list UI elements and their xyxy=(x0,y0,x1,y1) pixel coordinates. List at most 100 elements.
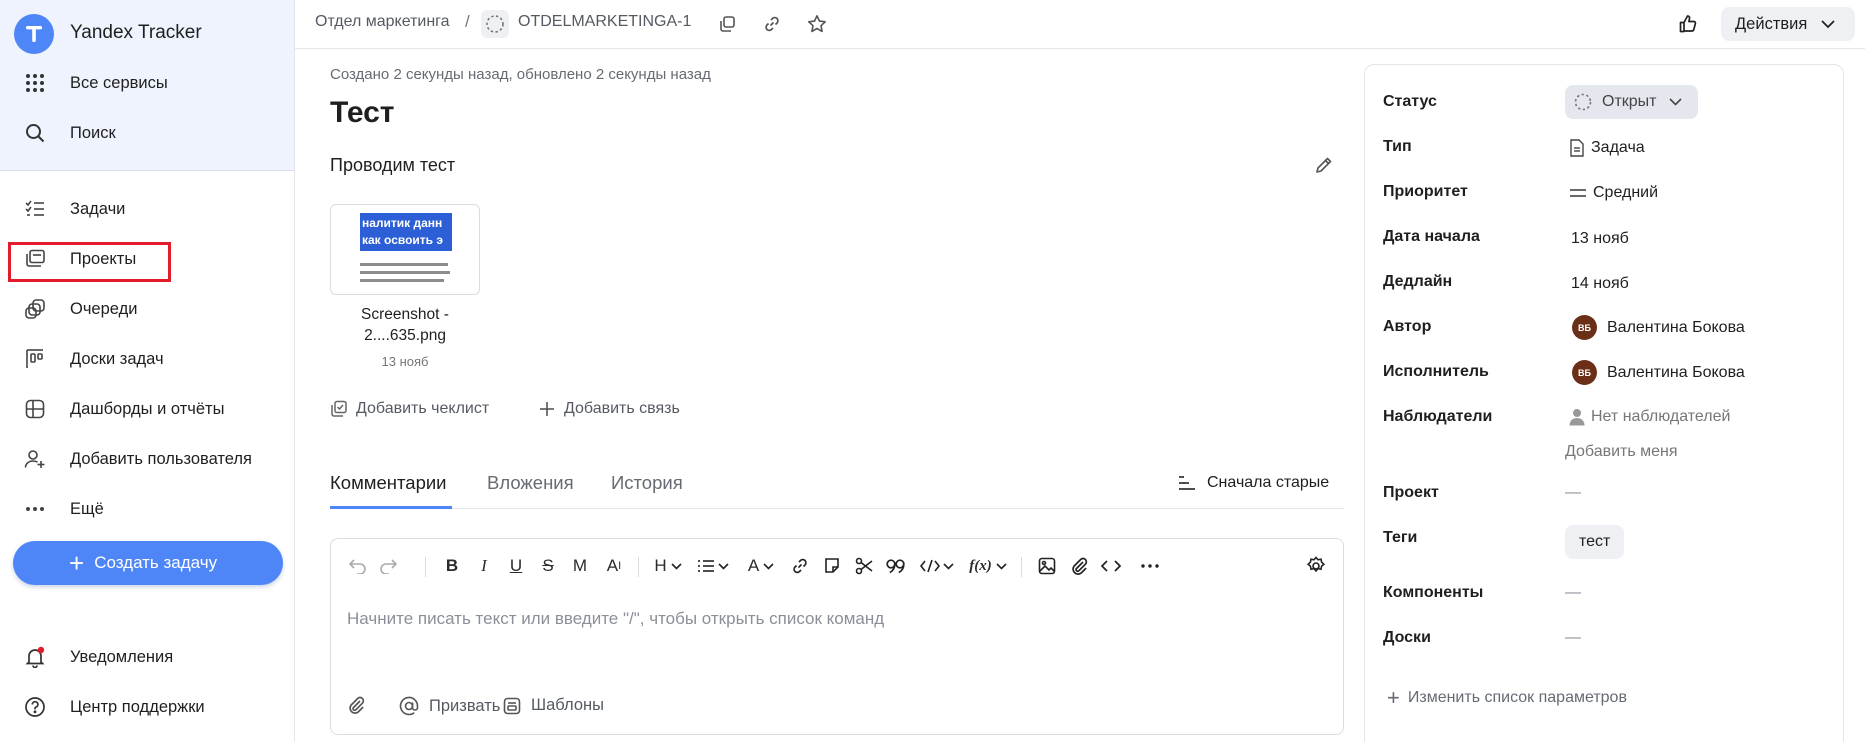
issue-description[interactable]: Проводим тест xyxy=(330,155,455,176)
monospace-icon[interactable]: M xyxy=(568,553,592,579)
image-icon[interactable] xyxy=(1034,553,1060,579)
sidebar-item-tasks[interactable]: Задачи xyxy=(0,187,294,231)
sidebar-item-notifications[interactable]: Уведомления xyxy=(0,635,294,679)
copy-icon[interactable] xyxy=(715,12,739,36)
list-dropdown-icon[interactable] xyxy=(693,553,733,579)
star-icon[interactable] xyxy=(805,12,829,36)
at-sign-icon xyxy=(399,696,419,716)
edit-params-button[interactable]: + Изменить список параметров xyxy=(1387,687,1627,709)
comment-editor[interactable]: B I U S M AI H A f(x) Начните писать тек… xyxy=(330,538,1344,735)
avatar: ВБ xyxy=(1572,360,1597,385)
cut-icon[interactable] xyxy=(851,553,877,579)
sidebar-item-label: Уведомления xyxy=(70,647,174,666)
dashboards-icon xyxy=(0,387,70,431)
code-dropdown-icon[interactable] xyxy=(917,553,957,579)
field-value-deadline[interactable]: 14 нояб xyxy=(1571,275,1629,293)
field-label-tags: Теги xyxy=(1383,529,1418,546)
redo-icon[interactable] xyxy=(375,553,401,579)
field-value-type[interactable]: Задача xyxy=(1569,139,1645,157)
field-value-start-date[interactable]: 13 нояб xyxy=(1571,230,1629,248)
field-label-components: Компоненты xyxy=(1383,584,1484,601)
sidebar-item-queues[interactable]: Очереди xyxy=(0,287,294,331)
field-value-author[interactable]: ВБ Валентина Бокова xyxy=(1572,315,1745,340)
link-icon[interactable] xyxy=(787,553,813,579)
tag-chip[interactable]: тест xyxy=(1565,525,1625,559)
sidebar-item-label: Все сервисы xyxy=(70,73,168,92)
sort-button[interactable]: Сначала старые xyxy=(1178,474,1329,492)
field-label-type: Тип xyxy=(1383,138,1412,155)
field-label-watchers: Наблюдатели xyxy=(1383,408,1493,425)
plus-icon xyxy=(540,402,554,416)
attach-file-button[interactable] xyxy=(347,696,375,714)
italic-icon[interactable]: I xyxy=(473,553,495,579)
field-value-components[interactable]: — xyxy=(1565,584,1581,602)
sidebar: Yandex Tracker Все сервисы Поиск Задачи … xyxy=(0,0,295,742)
breadcrumb-queue[interactable]: Отдел маркетинга xyxy=(315,13,450,31)
actions-button[interactable]: Действия xyxy=(1721,7,1855,41)
note-icon[interactable] xyxy=(819,553,845,579)
brand-name: Yandex Tracker xyxy=(70,22,202,43)
sidebar-item-label: Поиск xyxy=(70,123,116,142)
queues-icon xyxy=(0,287,70,331)
sort-icon xyxy=(1179,476,1195,490)
tab-comments[interactable]: Комментарии xyxy=(330,472,447,494)
text-style-icon[interactable]: AI xyxy=(601,553,627,579)
attachment-name[interactable]: Screenshot - 2....635.png xyxy=(330,304,480,346)
document-icon xyxy=(1570,139,1584,157)
issue-title[interactable]: Тест xyxy=(330,96,395,130)
pencil-icon[interactable] xyxy=(1314,155,1334,180)
settings-gear-icon[interactable] xyxy=(1303,553,1329,579)
sidebar-item-search[interactable]: Поиск xyxy=(0,111,294,155)
underline-icon[interactable]: U xyxy=(505,553,527,579)
field-label-start-date: Дата начала xyxy=(1383,228,1480,245)
sidebar-item-support[interactable]: Центр поддержки xyxy=(0,685,294,729)
status-open-icon xyxy=(1574,93,1592,111)
attach-icon[interactable] xyxy=(1066,553,1092,579)
quote-icon[interactable] xyxy=(883,553,909,579)
issue-key[interactable]: OTDELMARKETINGA-1 xyxy=(518,13,691,31)
create-task-label: Создать задачу xyxy=(94,553,218,572)
field-value-boards[interactable]: — xyxy=(1565,629,1581,647)
preview-text-line: как освоить э xyxy=(362,233,444,247)
tab-attachments[interactable]: Вложения xyxy=(487,472,574,494)
heading-dropdown-icon[interactable]: H xyxy=(651,553,685,579)
attachment-thumbnail[interactable]: налитик данн как освоить э xyxy=(330,204,480,295)
like-icon[interactable] xyxy=(1676,12,1700,36)
sidebar-item-more[interactable]: Ещё xyxy=(0,487,294,531)
field-value-priority[interactable]: Средний xyxy=(1569,184,1658,202)
sidebar-item-dashboards[interactable]: Дашборды и отчёты xyxy=(0,387,294,431)
tracker-logo-icon[interactable] xyxy=(14,14,54,54)
more-icon[interactable] xyxy=(1137,553,1163,579)
preview-text-line: налитик данн xyxy=(362,216,443,230)
field-value-project[interactable]: — xyxy=(1565,484,1581,502)
sidebar-item-add-user[interactable]: Добавить пользователя xyxy=(0,437,294,481)
tab-history[interactable]: История xyxy=(611,472,683,494)
strikethrough-icon[interactable]: S xyxy=(537,553,559,579)
add-me-link[interactable]: Добавить меня xyxy=(1565,443,1678,461)
field-label-priority: Приоритет xyxy=(1383,183,1468,200)
sidebar-item-boards[interactable]: Доски задач xyxy=(0,337,294,381)
sidebar-item-label: Добавить пользователя xyxy=(70,449,252,468)
field-value-watchers[interactable]: Нет наблюдателей xyxy=(1569,408,1730,426)
function-dropdown-icon[interactable]: f(x) xyxy=(967,553,1009,579)
add-checklist-button[interactable]: Добавить чеклист xyxy=(330,400,489,418)
status-dropdown[interactable]: Открыт xyxy=(1565,85,1698,119)
sidebar-item-all-services[interactable]: Все сервисы xyxy=(0,61,294,105)
field-value-assignee[interactable]: ВБ Валентина Бокова xyxy=(1572,360,1745,385)
comment-placeholder[interactable]: Начните писать текст или введите "/", чт… xyxy=(347,609,884,629)
sidebar-item-label: Задачи xyxy=(70,199,126,218)
html-code-icon[interactable] xyxy=(1097,553,1125,579)
link-icon[interactable] xyxy=(760,12,784,36)
plus-icon: + xyxy=(69,548,85,578)
mention-button[interactable]: Призвать xyxy=(399,696,500,716)
undo-icon[interactable] xyxy=(345,553,371,579)
create-task-button[interactable]: + Создать задачу xyxy=(13,541,283,585)
templates-button[interactable]: Шаблоны xyxy=(503,696,604,715)
grid-icon xyxy=(0,61,70,105)
bold-icon[interactable]: B xyxy=(441,553,463,579)
avatar: ВБ xyxy=(1572,315,1597,340)
activity-tabs: Комментарии Вложения История Сначала ста… xyxy=(330,462,1344,509)
bell-icon xyxy=(0,635,70,679)
text-color-dropdown-icon[interactable]: A xyxy=(743,553,779,579)
add-link-button[interactable]: Добавить связь xyxy=(538,400,680,418)
